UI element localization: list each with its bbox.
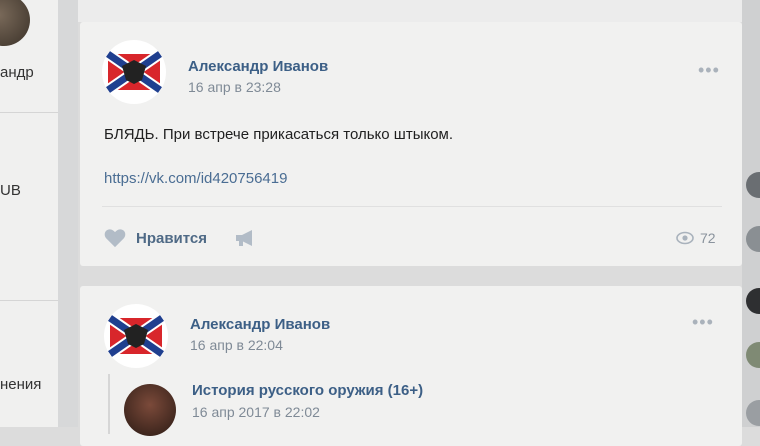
repost-date[interactable]: 16 апр 2017 в 22:02 <box>192 404 320 420</box>
author-avatar[interactable] <box>104 304 168 368</box>
more-dots-icon[interactable]: ••• <box>692 312 714 333</box>
post-author-name[interactable]: Александр Иванов <box>190 316 330 333</box>
confederate-flag-icon <box>104 49 164 95</box>
repost-group-avatar[interactable] <box>124 384 176 436</box>
post-author-name[interactable]: Александр Иванов <box>188 58 328 75</box>
views-counter: 72 <box>676 230 716 246</box>
more-dots-icon[interactable]: ••• <box>698 60 720 81</box>
feed-gutter <box>58 0 78 427</box>
like-button[interactable]: Нравится <box>104 228 207 248</box>
confederate-flag-icon <box>106 313 166 359</box>
feed-post: Александр Иванов 16 апр в 23:28 ••• БЛЯД… <box>80 22 742 266</box>
post-date[interactable]: 16 апр в 22:04 <box>190 337 283 353</box>
like-label: Нравится <box>136 229 208 247</box>
sidebar-name-fragment[interactable]: андр <box>0 64 34 81</box>
eye-icon <box>676 231 694 245</box>
feed-post: Александр Иванов 16 апр в 22:04 ••• Исто… <box>80 286 742 446</box>
repost-block: История русского оружия (16+) 16 апр 201… <box>108 374 610 436</box>
post-link[interactable]: https://vk.com/id420756419 <box>104 170 287 187</box>
previous-post-edge <box>78 0 742 22</box>
views-count: 72 <box>700 230 716 246</box>
left-sidebar: андр UB нения <box>0 0 58 427</box>
sidebar-item-fragment[interactable]: UB <box>0 182 21 199</box>
post-divider <box>102 206 722 207</box>
sidebar-divider <box>0 112 58 113</box>
sidebar-divider <box>0 300 58 301</box>
post-date[interactable]: 16 апр в 23:28 <box>188 79 281 95</box>
heart-icon <box>104 229 126 248</box>
profile-avatar[interactable] <box>0 0 30 46</box>
share-button[interactable] <box>234 228 256 253</box>
post-text: БЛЯДЬ. При встрече прикасаться только шт… <box>104 126 454 143</box>
sidebar-item-fragment[interactable]: нения <box>0 376 41 393</box>
repost-group-name[interactable]: История русского оружия (16+) <box>192 382 423 399</box>
author-avatar[interactable] <box>102 40 166 104</box>
megaphone-icon <box>236 230 252 246</box>
